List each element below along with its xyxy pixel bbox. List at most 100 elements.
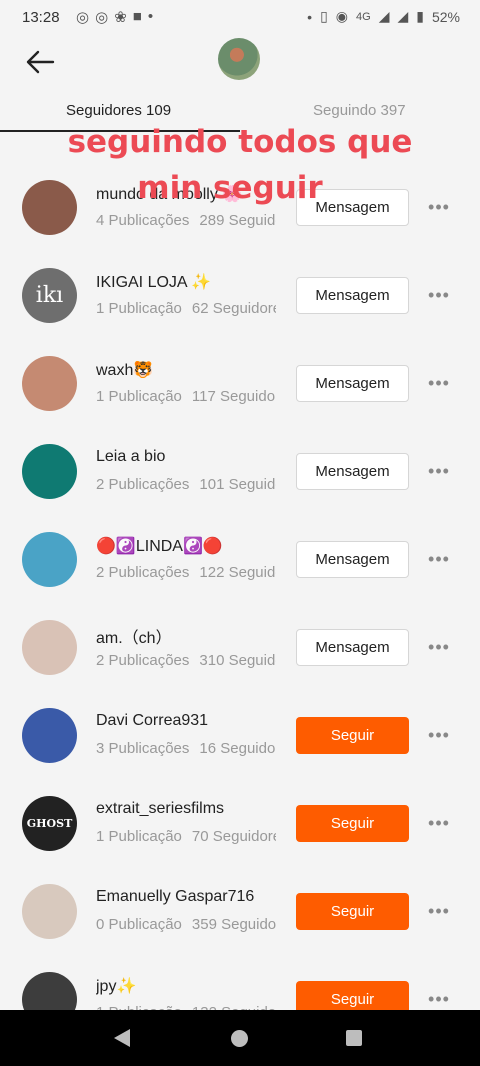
user-name[interactable]: Emanuelly Gaspar716 [96,888,254,906]
tab-indicator [0,130,240,132]
more-options-icon[interactable]: ••• [426,636,452,658]
message-button[interactable]: Mensagem [296,365,409,402]
more-options-icon[interactable]: ••• [426,196,452,218]
follower-count: 101 Seguidores [199,476,276,493]
post-count: 2 Publicações [96,652,190,669]
more-options-icon[interactable]: ••• [426,372,452,394]
avatar[interactable] [22,356,77,411]
nav-recents-icon[interactable] [346,1030,362,1046]
avatar-logo-text: ikı [35,283,64,308]
follower-count: 117 Seguidores [191,388,276,405]
avatar-logo-text: GHOST [26,817,73,830]
network-label: 4G [356,10,371,23]
avatar[interactable] [22,180,77,235]
list-item[interactable]: waxh🐯 1 Publicação 117 Seguidores Mensagem •… [0,342,480,430]
list-item[interactable]: GHOST extrait_seriesfilms 1 Publicação 70 S… [0,782,480,870]
user-name[interactable]: mundo da moolly 🌸 [96,184,242,204]
app-notification-icon: ❀ [114,9,127,26]
hotspot-icon: ◉ [335,8,348,24]
nav-back-icon[interactable] [114,1029,130,1047]
follower-count: 16 Seguidores [199,740,276,757]
follower-count: 359 Seguidores [191,916,276,933]
user-name[interactable]: Leia a bio [96,448,165,466]
system-icons: • ▯ ◉ 4G ◢ ◢ ▮ 52% [307,8,460,25]
message-button[interactable]: Mensagem [296,541,409,578]
signal-icon: ◢ [378,8,390,24]
avatar[interactable] [22,884,77,939]
user-stats: 1 Publicação 62 Seguidores [96,300,276,317]
more-options-icon[interactable]: ••• [426,284,452,306]
followers-list: mundo da moolly 🌸 4 Publicações 289 Seguid… [0,166,480,1046]
follow-button[interactable]: Seguir [296,805,409,842]
list-item[interactable]: ikı IKIGAI LOJA ✨ 1 Publicação 62 Seguidore… [0,254,480,342]
user-stats: 0 Publicação 359 Seguidores [96,916,276,933]
user-name[interactable]: Davi Correa931 [96,712,208,730]
notification-icons: ◎ ◎ ❀ ■ • [76,8,153,26]
list-item[interactable]: Leia a bio 2 Publicações 101 Seguidores Men… [0,430,480,518]
status-bar: 13:28 ◎ ◎ ❀ ■ • • ▯ ◉ 4G ◢ ◢ ▮ 52% [0,0,480,36]
post-count: 4 Publicações [96,212,190,229]
arrow-left-icon [26,50,55,74]
user-stats: 1 Publicação 117 Seguidores [96,388,276,405]
user-name[interactable]: 🔴☯️LINDA☯️🔴 [96,536,223,556]
back-button[interactable] [20,42,60,82]
signal-icon: ◢ [397,8,409,24]
battery-percent: 52% [431,8,460,25]
nav-home-icon[interactable] [231,1030,248,1047]
user-name[interactable]: IKIGAI LOJA ✨ [96,272,211,292]
post-count: 0 Publicação [96,916,182,933]
post-count: 2 Publicações [96,476,190,493]
follower-count: 62 Seguidores [191,300,276,317]
battery-icon: ▮ [416,8,424,24]
message-button[interactable]: Mensagem [296,629,409,666]
message-button[interactable]: Mensagem [296,453,409,490]
user-stats: 2 Publicações 122 Seguidores [96,564,276,581]
whatsapp-icon: ◎ [76,9,90,26]
message-button[interactable]: Mensagem [296,277,409,314]
user-stats: 4 Publicações 289 Seguidores [96,212,276,229]
follower-count: 122 Seguidores [199,564,276,581]
more-options-icon[interactable]: ••• [426,548,452,570]
post-count: 1 Publicação [96,388,182,405]
more-options-icon[interactable]: ••• [426,812,452,834]
more-options-icon[interactable]: ••• [426,724,452,746]
user-name[interactable]: extrait_seriesfilms [96,800,224,818]
user-name[interactable]: jpy✨ [96,976,136,996]
status-time: 13:28 [22,9,60,26]
avatar[interactable] [22,708,77,763]
list-item[interactable]: am.（ch） 2 Publicações 310 Seguidores Mensag… [0,606,480,694]
post-count: 1 Publicação [96,300,182,317]
user-stats: 3 Publicações 16 Seguidores [96,740,276,757]
user-name[interactable]: am.（ch） [96,624,172,648]
list-item[interactable]: 🔴☯️LINDA☯️🔴 2 Publicações 122 Seguidores Me… [0,518,480,606]
avatar[interactable] [22,620,77,675]
tabs: Seguidores 109 Seguindo 397 [0,96,480,132]
more-options-icon[interactable]: ••• [426,988,452,1010]
tab-followers[interactable]: Seguidores 109 [66,102,171,119]
follow-button[interactable]: Seguir [296,893,409,930]
avatar[interactable] [22,532,77,587]
more-options-icon[interactable]: ••• [426,460,452,482]
avatar[interactable]: GHOST [22,796,77,851]
list-item[interactable]: Emanuelly Gaspar716 0 Publicação 359 Segui… [0,870,480,958]
post-count: 2 Publicações [96,564,190,581]
message-button[interactable]: Mensagem [296,189,409,226]
list-item[interactable]: mundo da moolly 🌸 4 Publicações 289 Seguid… [0,166,480,254]
list-item[interactable]: Davi Correa931 3 Publicações 16 Seguidores… [0,694,480,782]
profile-avatar[interactable] [218,38,260,80]
avatar[interactable]: ikı [22,268,77,323]
post-count: 3 Publicações [96,740,190,757]
avatar[interactable] [22,444,77,499]
tab-following[interactable]: Seguindo 397 [313,102,406,119]
user-stats: 1 Publicação 70 Seguidores [96,828,276,845]
follow-button[interactable]: Seguir [296,717,409,754]
dot-icon: • [147,8,154,25]
user-stats: 2 Publicações 101 Seguidores [96,476,276,493]
follower-count: 289 Seguidores [199,212,276,229]
user-name[interactable]: waxh🐯 [96,360,153,380]
user-stats: 2 Publicações 310 Seguidores [96,652,276,669]
dot-icon: • [307,8,313,25]
follower-count: 310 Seguidores [199,652,276,669]
more-options-icon[interactable]: ••• [426,900,452,922]
follower-count: 70 Seguidores [191,828,276,845]
